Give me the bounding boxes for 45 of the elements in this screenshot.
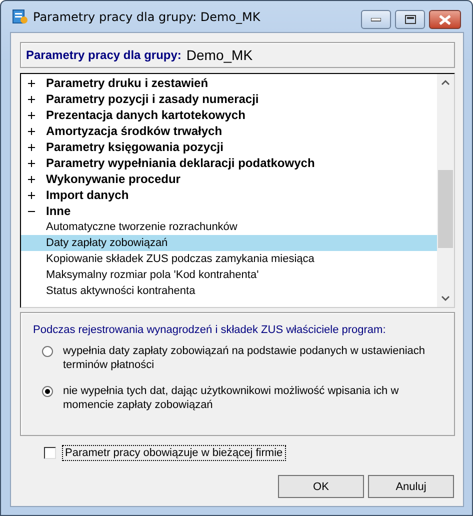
expander-icon[interactable]: [28, 160, 35, 166]
close-button[interactable]: [429, 10, 461, 29]
expander-icon[interactable]: [28, 192, 35, 198]
ok-button[interactable]: OK: [278, 475, 364, 498]
minimize-button[interactable]: [361, 10, 391, 29]
radio-label[interactable]: wypełnia daty zapłaty zobowiązań na podstawie podanych w ustawieniach terminów płatności: [63, 344, 442, 372]
tree-item[interactable]: Wykonywanie procedur: [21, 171, 437, 187]
expander-icon[interactable]: [28, 144, 35, 150]
tree-item[interactable]: Automatyczne tworzenie rozrachunków: [21, 219, 437, 235]
scroll-up-icon[interactable]: [441, 80, 450, 85]
tree-item[interactable]: Parametry pozycji i zasady numeracji: [21, 91, 437, 107]
options-prompt: Podczas rejestrowania wynagrodzeń i składek ZUS właściciele program:: [33, 324, 387, 336]
tree-item[interactable]: Status aktywności kontrahenta: [21, 283, 437, 299]
tree-item[interactable]: Import danych: [21, 187, 437, 203]
maximize-icon: [404, 15, 416, 24]
header-label: Parametry pracy dla grupy:: [26, 48, 182, 62]
tree-item[interactable]: Prezentacja danych kartotekowych: [21, 107, 437, 123]
maximize-button[interactable]: [395, 10, 425, 29]
tree-item[interactable]: Inne: [21, 203, 437, 219]
app-icon: [12, 8, 28, 24]
scroll-down-icon[interactable]: [441, 296, 450, 301]
expander-icon[interactable]: [28, 112, 35, 118]
window-title: Parametry pracy dla grupy: Demo_MK: [33, 10, 262, 24]
tree-item[interactable]: Parametry wypełniania deklaracji podatkowych: [21, 155, 437, 171]
scrollbar-thumb[interactable]: [438, 170, 453, 248]
expander-icon[interactable]: [28, 176, 35, 182]
expander-icon[interactable]: [28, 128, 35, 134]
radio-label[interactable]: nie wypełnia tych dat, dając użytkownikowi możliwość wpisania ich w momencie zapłaty zobowiązań: [63, 384, 442, 412]
cancel-button[interactable]: Anuluj: [368, 475, 454, 498]
minimize-icon: [371, 18, 381, 22]
radio-button[interactable]: [42, 386, 53, 397]
group-name: Demo_MK: [186, 47, 253, 63]
checkbox-label[interactable]: Parametr pracy obowiązuje w bieżącej firmie: [62, 445, 286, 461]
tree-item[interactable]: Parametry księgowania pozycji: [21, 139, 437, 155]
expander-icon[interactable]: [28, 80, 35, 86]
close-icon: [439, 14, 451, 24]
tree-item[interactable]: Amortyzacja środków trwałych: [21, 123, 437, 139]
tree-item[interactable]: Daty zapłaty zobowiązań: [21, 235, 437, 251]
expander-icon[interactable]: [28, 96, 35, 102]
tree-item[interactable]: Parametry druku i zestawień: [21, 75, 437, 91]
checkbox[interactable]: [44, 447, 56, 459]
tree-item[interactable]: Kopiowanie składek ZUS podczas zamykania miesiąca: [21, 251, 437, 267]
tree-item[interactable]: Maksymalny rozmiar pola 'Kod kontrahenta': [21, 267, 437, 283]
radio-button[interactable]: [42, 346, 53, 357]
scrollbar[interactable]: [437, 74, 454, 307]
